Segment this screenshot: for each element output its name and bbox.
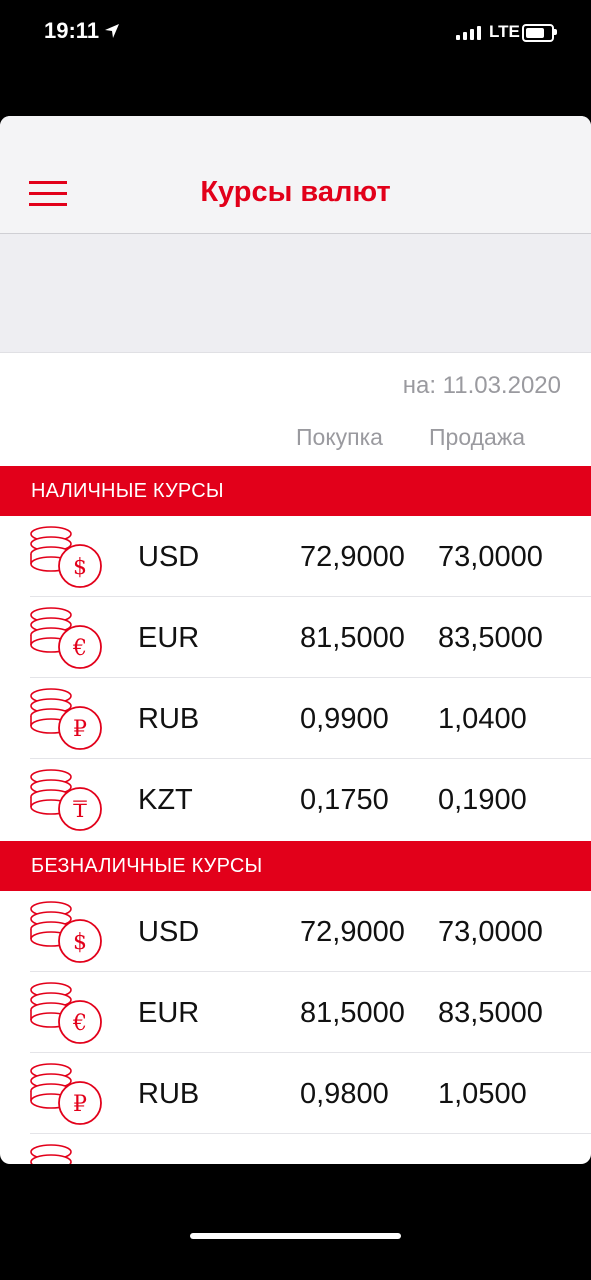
buy-rate: 72,9000 — [300, 916, 405, 948]
page-title: Курсы валют — [200, 176, 391, 208]
buy-rate: 0,1750 — [300, 784, 389, 816]
currency-code: USD — [138, 916, 200, 948]
currency-code: RUB — [138, 1078, 200, 1110]
section-title: БЕЗНАЛИЧНЫЕ КУРСЫ — [31, 855, 263, 877]
coin-stack-tenge-icon: ₸ — [30, 769, 102, 831]
rate-row[interactable]: ₸ KZT 0,1750 0,1900 — [0, 759, 591, 840]
buy-rate: 0,9900 — [300, 703, 389, 735]
rate-row[interactable]: € EUR 81,5000 83,5000 — [0, 972, 591, 1053]
coin-stack-icon — [30, 1144, 72, 1164]
rate-row-partial[interactable] — [0, 1134, 591, 1164]
home-indicator — [190, 1233, 401, 1239]
currency-code: RUB — [138, 703, 200, 735]
coin-stack-euro-icon: € — [30, 607, 102, 669]
navigation-bar: Курсы валют — [0, 116, 591, 234]
battery-icon — [522, 24, 554, 42]
coin-stack-dollar-icon: $ — [30, 901, 102, 963]
network-type-label: LTE — [489, 22, 520, 41]
svg-text:₽: ₽ — [73, 1092, 87, 1117]
rate-row[interactable]: € EUR 81,5000 83,5000 — [0, 597, 591, 678]
svg-text:₸: ₸ — [73, 798, 87, 823]
banner-area — [0, 234, 591, 353]
content-sheet: Курсы валют на: 11.03.2020 Покупка Прода… — [0, 116, 591, 1164]
section-header-cash: НАЛИЧНЫЕ КУРСЫ — [0, 466, 591, 516]
buy-rate: 0,9800 — [300, 1078, 389, 1110]
coin-stack-ruble-icon: ₽ — [30, 688, 102, 750]
status-time: 19:11 — [44, 18, 100, 43]
rate-row[interactable]: ₽ RUB 0,9800 1,0500 — [0, 1053, 591, 1134]
svg-text:€: € — [72, 1011, 87, 1036]
buy-rate: 81,5000 — [300, 622, 405, 654]
currency-code: EUR — [138, 997, 200, 1029]
buy-rate: 81,5000 — [300, 997, 405, 1029]
sell-rate: 0,1900 — [438, 784, 527, 816]
sell-rate: 83,5000 — [438, 997, 543, 1029]
status-bar: 19:11 LTE — [0, 0, 591, 70]
sell-rate: 73,0000 — [438, 916, 543, 948]
rates-date: на: 11.03.2020 — [402, 372, 561, 399]
sell-rate: 1,0400 — [438, 703, 527, 735]
column-header-sell: Продажа — [429, 424, 525, 450]
battery-tip — [554, 29, 557, 35]
sell-rate: 83,5000 — [438, 622, 543, 654]
currency-code: EUR — [138, 622, 200, 654]
column-header-buy: Покупка — [296, 424, 383, 450]
coin-stack-dollar-icon: $ — [30, 526, 102, 588]
svg-text:₽: ₽ — [73, 717, 87, 742]
coin-stack-euro-icon: € — [30, 982, 102, 1044]
currency-code: USD — [138, 541, 200, 573]
sell-rate: 1,0500 — [438, 1078, 527, 1110]
svg-text:€: € — [72, 636, 87, 661]
coin-stack-ruble-icon: ₽ — [30, 1063, 102, 1125]
section-title: НАЛИЧНЫЕ КУРСЫ — [31, 480, 224, 502]
rate-row[interactable]: $ USD 72,9000 73,0000 — [0, 891, 591, 972]
rate-row[interactable]: ₽ RUB 0,9900 1,0400 — [0, 678, 591, 759]
cellular-signal-icon — [456, 26, 484, 40]
sell-rate: 73,0000 — [438, 541, 543, 573]
buy-rate: 72,9000 — [300, 541, 405, 573]
currency-code: KZT — [138, 784, 193, 816]
svg-text:$: $ — [73, 555, 87, 580]
svg-text:$: $ — [73, 930, 87, 955]
rate-row[interactable]: $ USD 72,9000 73,0000 — [0, 516, 591, 597]
location-arrow-icon — [105, 24, 119, 38]
section-header-cashless: БЕЗНАЛИЧНЫЕ КУРСЫ — [0, 841, 591, 891]
